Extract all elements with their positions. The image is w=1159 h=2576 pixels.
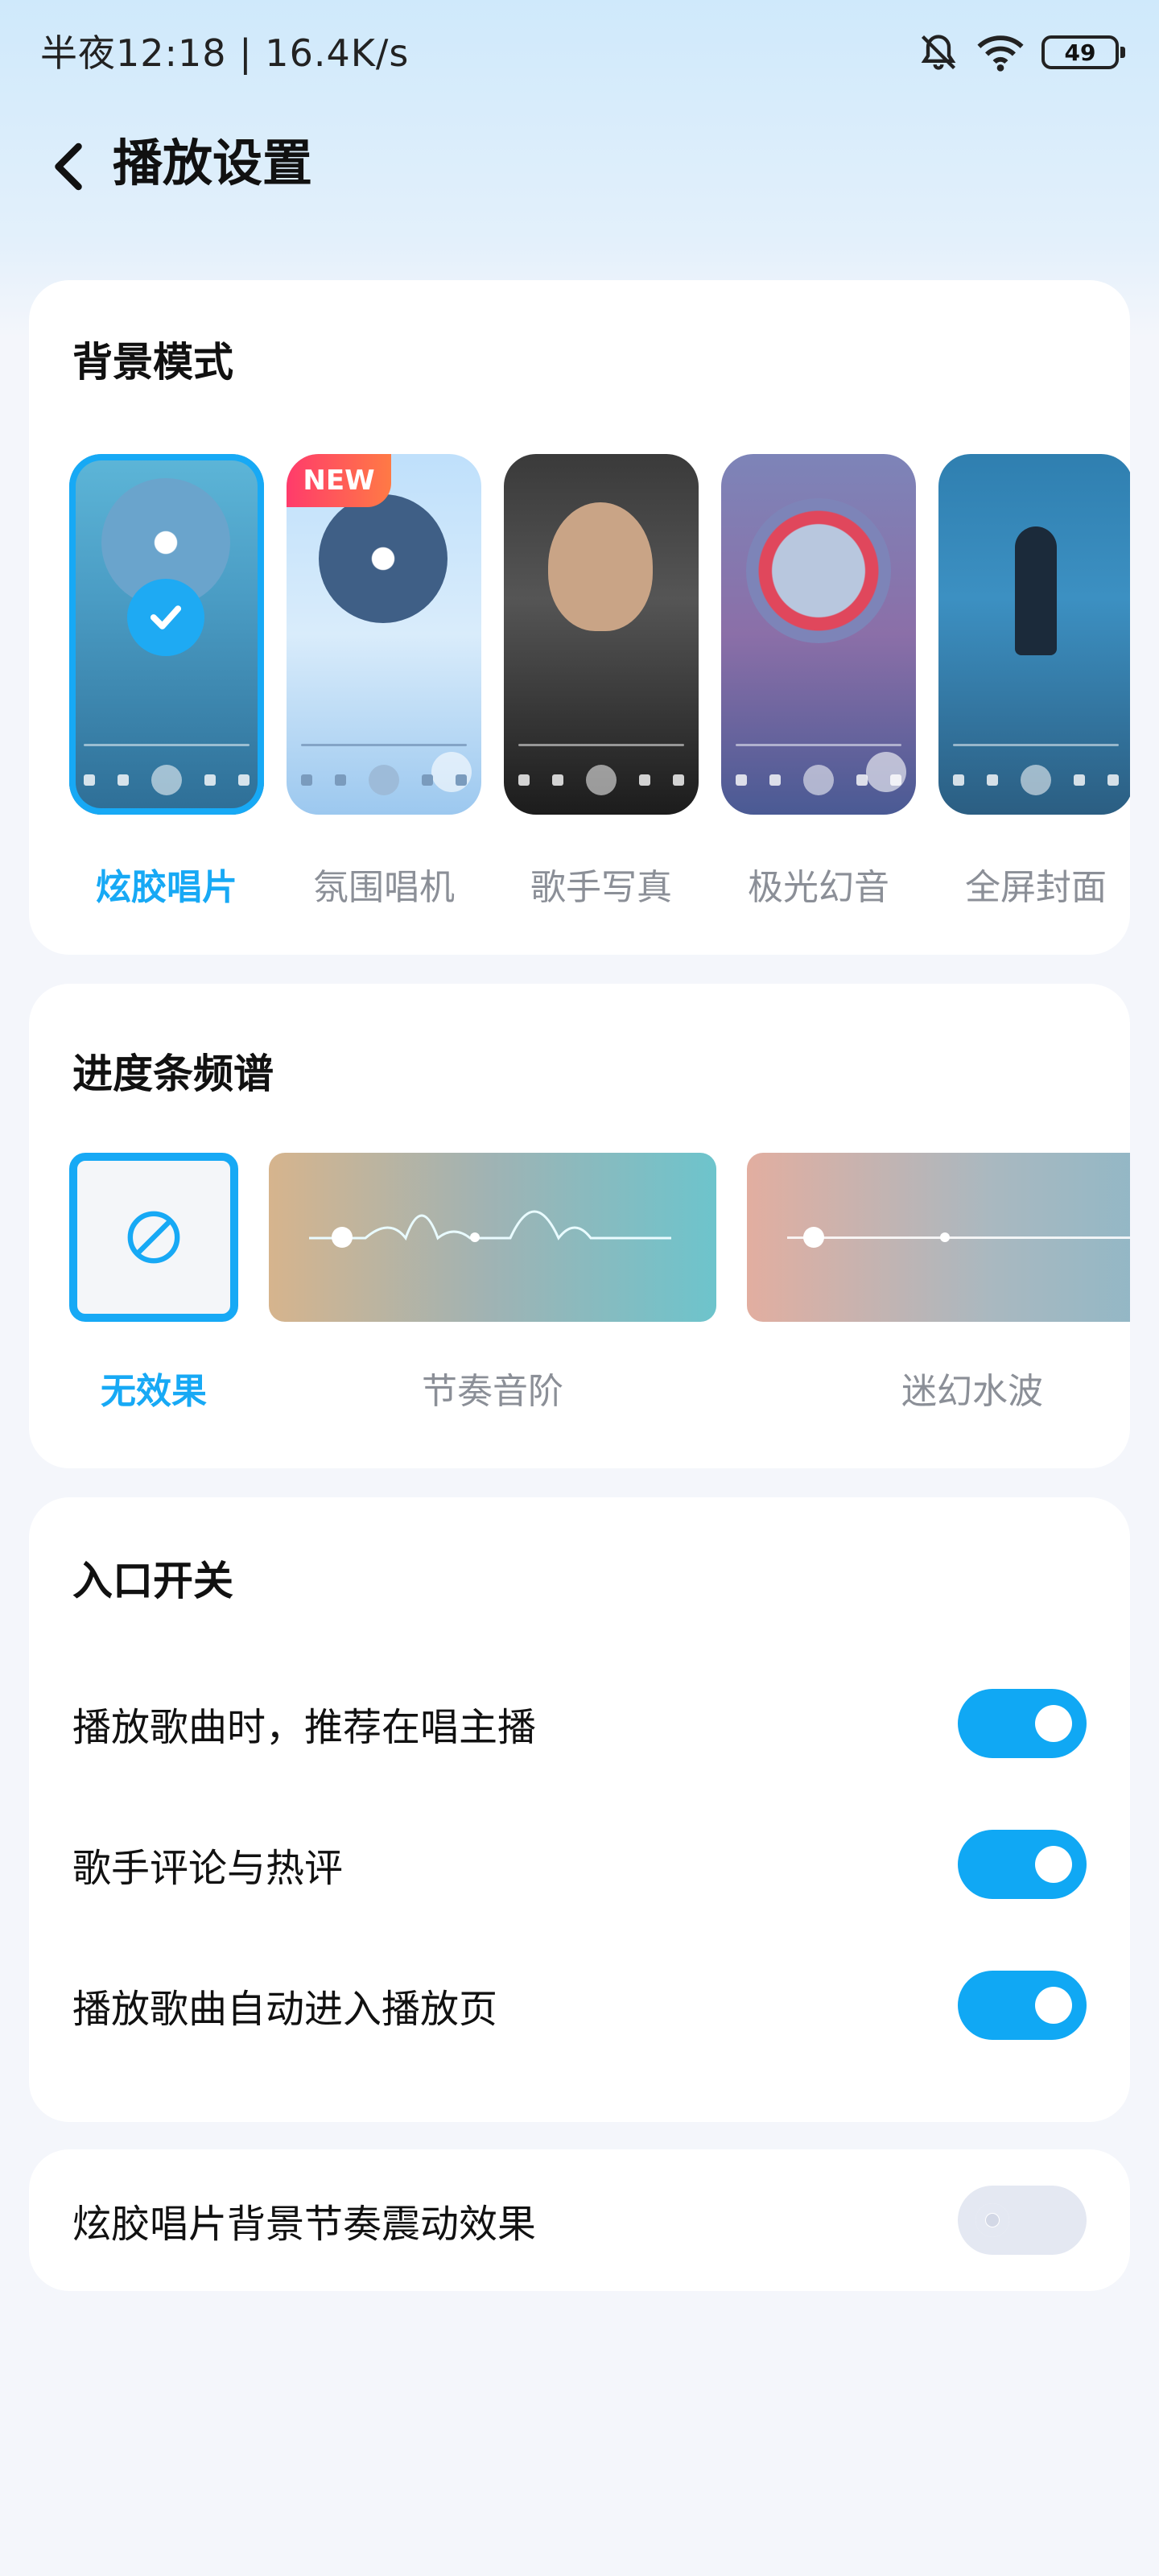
theme-thumbnail bbox=[938, 454, 1130, 815]
spectrum-line bbox=[787, 1236, 1130, 1239]
battery-icon: 49 bbox=[1041, 35, 1125, 69]
entry-switches-card: 入口开关 播放歌曲时，推荐在唱主播 歌手评论与热评 播放歌曲自动进入播放页 bbox=[29, 1497, 1130, 2122]
page-title: 播放设置 bbox=[113, 134, 313, 192]
mini-controls bbox=[84, 764, 250, 796]
mini-controls bbox=[301, 764, 467, 796]
mini-progress bbox=[301, 744, 467, 746]
progress-spectrum-options: 无效果 节奏音阶 迷幻水波 bbox=[69, 1153, 1130, 1412]
mini-controls bbox=[518, 764, 684, 796]
no-effect-icon bbox=[127, 1211, 180, 1264]
album-cover-icon bbox=[319, 494, 448, 623]
theme-option-fullscreen-cover[interactable]: 全屏封面 bbox=[938, 454, 1130, 908]
spectrum-label: 无效果 bbox=[101, 1371, 207, 1412]
spectrum-option-none[interactable]: 无效果 bbox=[69, 1153, 238, 1412]
theme-option-singer-portrait[interactable]: 歌手写真 bbox=[504, 454, 699, 908]
spectrum-thumbnail bbox=[747, 1153, 1130, 1322]
entry-switches-title: 入口开关 bbox=[72, 1558, 233, 1604]
mute-bell-icon bbox=[918, 31, 959, 73]
check-icon bbox=[127, 579, 204, 656]
spectrum-thumbnail bbox=[269, 1153, 716, 1322]
theme-thumbnail bbox=[721, 454, 916, 815]
spectrum-knob bbox=[332, 1227, 353, 1248]
switch-row-vibration: 炫胶唱片背景节奏震动效果 bbox=[72, 2168, 1087, 2273]
switch-label: 炫胶唱片背景节奏震动效果 bbox=[72, 2202, 537, 2247]
spectrum-option-rhythm[interactable]: 节奏音阶 bbox=[269, 1153, 716, 1412]
background-mode-title: 背景模式 bbox=[72, 339, 233, 386]
theme-option-ambient-player[interactable]: NEW 氛围唱机 bbox=[287, 454, 481, 908]
spectrum-marker bbox=[470, 1232, 480, 1242]
switch-label: 播放歌曲自动进入播放页 bbox=[72, 1987, 498, 2032]
spectrum-marker bbox=[940, 1232, 950, 1242]
switch-label: 歌手评论与热评 bbox=[72, 1846, 344, 1891]
background-mode-card: 背景模式 炫胶唱片 NEW 氛围唱机 歌手写真 极光幻音 全屏封面 bbox=[29, 280, 1130, 955]
theme-thumbnail bbox=[504, 454, 699, 815]
battery-level: 49 bbox=[1064, 39, 1096, 66]
background-mode-options: 炫胶唱片 NEW 氛围唱机 歌手写真 极光幻音 全屏封面 bbox=[69, 454, 1130, 908]
mini-controls bbox=[736, 764, 901, 796]
theme-option-vinyl[interactable]: 炫胶唱片 bbox=[69, 454, 264, 908]
vibration-card: 炫胶唱片背景节奏震动效果 bbox=[29, 2149, 1130, 2291]
back-button[interactable] bbox=[32, 130, 105, 203]
theme-thumbnail bbox=[69, 454, 264, 815]
chevron-left-icon bbox=[55, 142, 82, 191]
album-cover-icon bbox=[746, 498, 891, 643]
new-badge: NEW bbox=[287, 454, 391, 507]
spectrum-option-psychedelic-wave[interactable]: 迷幻水波 bbox=[747, 1153, 1130, 1412]
vibration-toggle[interactable] bbox=[958, 2186, 1087, 2255]
mini-controls bbox=[953, 764, 1119, 796]
mini-progress bbox=[953, 744, 1119, 746]
spectrum-thumbnail bbox=[69, 1153, 238, 1322]
switch-row-auto-enter-player: 播放歌曲自动进入播放页 bbox=[72, 1953, 1087, 2058]
switch-row-singer-comments: 歌手评论与热评 bbox=[72, 1812, 1087, 1917]
auto-enter-player-toggle[interactable] bbox=[958, 1971, 1087, 2040]
theme-label: 全屏封面 bbox=[965, 867, 1107, 908]
status-icons: 49 bbox=[918, 24, 1125, 80]
mini-progress bbox=[84, 744, 250, 746]
switch-row-recommend-anchor: 播放歌曲时，推荐在唱主播 bbox=[72, 1671, 1087, 1776]
spectrum-knob bbox=[803, 1227, 824, 1248]
wifi-icon bbox=[977, 31, 1024, 73]
spectrum-label: 节奏音阶 bbox=[422, 1371, 563, 1412]
mini-progress bbox=[518, 744, 684, 746]
spectrum-label: 迷幻水波 bbox=[901, 1371, 1043, 1412]
progress-spectrum-title: 进度条频谱 bbox=[72, 1051, 274, 1097]
theme-option-aurora[interactable]: 极光幻音 bbox=[721, 454, 916, 908]
status-time-speed: 半夜12:18 | 16.4K/s bbox=[40, 31, 410, 75]
progress-spectrum-card: 进度条频谱 无效果 节奏音阶 迷幻水波 bbox=[29, 984, 1130, 1468]
status-bar: 半夜12:18 | 16.4K/s 49 bbox=[0, 0, 1159, 105]
cover-figure-icon bbox=[1015, 526, 1057, 655]
recommend-anchor-toggle[interactable] bbox=[958, 1689, 1087, 1758]
switch-label: 播放歌曲时，推荐在唱主播 bbox=[72, 1705, 537, 1750]
theme-thumbnail: NEW bbox=[287, 454, 481, 815]
singer-photo-icon bbox=[548, 502, 653, 631]
page-header: 播放设置 bbox=[0, 121, 1159, 209]
mini-progress bbox=[736, 744, 901, 746]
singer-comments-toggle[interactable] bbox=[958, 1830, 1087, 1899]
